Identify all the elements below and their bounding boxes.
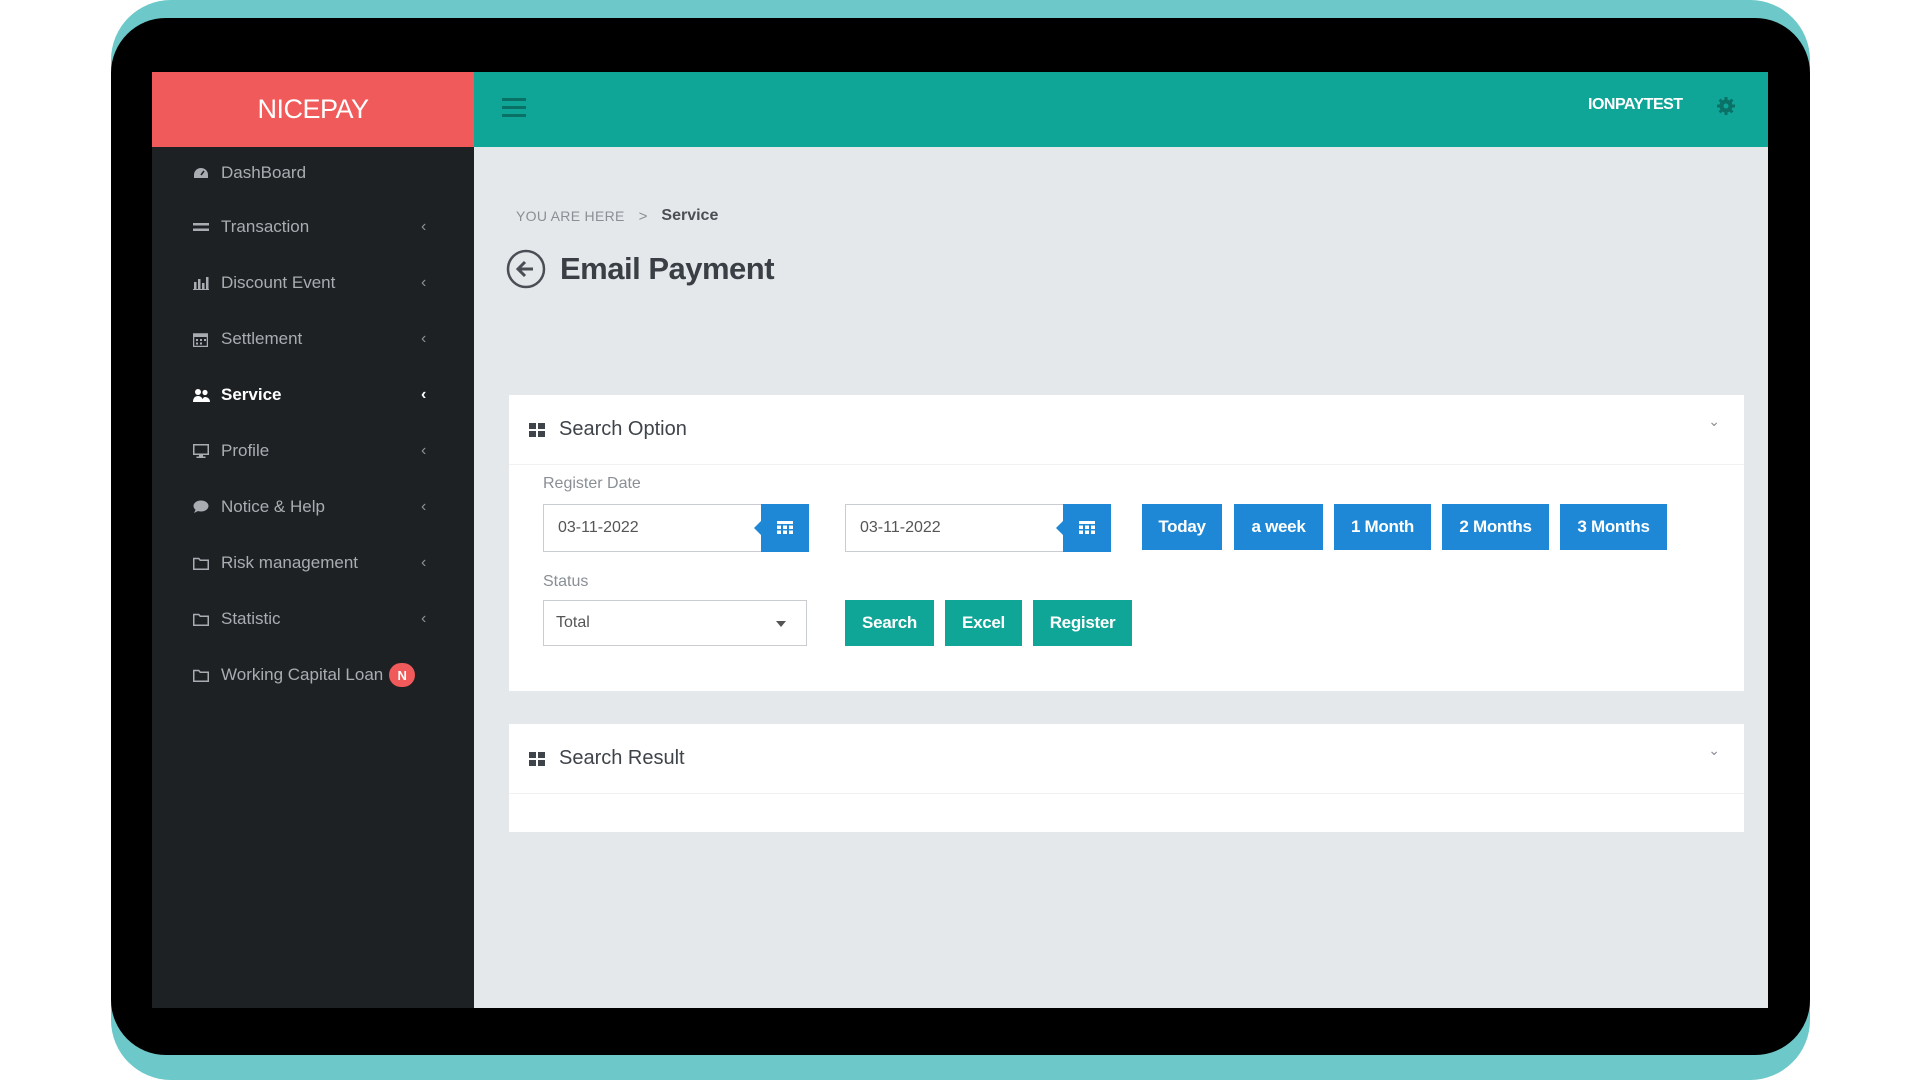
chevron-left-icon: ‹ bbox=[421, 218, 427, 235]
search-result-title: Search Result bbox=[559, 747, 685, 769]
chevron-left-icon: ‹ bbox=[421, 274, 427, 291]
search-button[interactable]: Search bbox=[845, 600, 934, 646]
excel-button[interactable]: Excel bbox=[945, 600, 1022, 646]
gear-icon[interactable] bbox=[1714, 94, 1738, 118]
sidebar-item-label: Statistic bbox=[221, 609, 281, 628]
folder-icon bbox=[193, 669, 217, 682]
calendar-icon bbox=[193, 332, 217, 347]
dashboard-icon bbox=[193, 166, 217, 180]
monitor-icon bbox=[193, 444, 217, 458]
search-result-panel: Search Result ⌄ bbox=[509, 724, 1744, 832]
chevron-left-icon: ‹ bbox=[421, 498, 427, 515]
breadcrumb-current[interactable]: Service bbox=[661, 207, 718, 225]
chevron-down-icon[interactable]: ⌄ bbox=[1708, 742, 1720, 759]
sidebar-item-transaction[interactable]: Transaction ‹ bbox=[152, 199, 474, 255]
sidebar-item-service[interactable]: Service ‹ bbox=[152, 367, 474, 423]
users-icon bbox=[193, 388, 217, 403]
sidebar-item-label: Working Capital Loan bbox=[221, 665, 384, 684]
sidebar-item-risk-management[interactable]: Risk management ‹ bbox=[152, 535, 474, 591]
breadcrumb: YOU ARE HERE > Service bbox=[516, 207, 718, 225]
status-select[interactable]: Total bbox=[543, 600, 807, 646]
status-label: Status bbox=[543, 573, 589, 590]
sidebar-item-label: Service bbox=[221, 385, 282, 404]
bar-chart-icon bbox=[193, 276, 217, 290]
chevron-left-icon: ‹ bbox=[421, 610, 427, 627]
breadcrumb-prefix: YOU ARE HERE bbox=[516, 208, 625, 224]
app-screen: NICEPAY DashBoard Transaction ‹ Discount bbox=[152, 72, 1768, 1008]
comment-icon bbox=[193, 500, 217, 514]
sidebar-item-working-capital-loan[interactable]: Working Capital Loan N bbox=[152, 647, 474, 703]
date-from-input[interactable] bbox=[544, 505, 744, 551]
range-today-button[interactable]: Today bbox=[1142, 504, 1222, 550]
new-badge: N bbox=[389, 663, 416, 687]
exchange-icon bbox=[193, 221, 217, 233]
menu-toggle-icon[interactable] bbox=[502, 98, 526, 118]
sidebar-item-label: Settlement bbox=[221, 329, 303, 348]
sidebar-nav: DashBoard Transaction ‹ Discount Event ‹ bbox=[152, 147, 474, 703]
user-name[interactable]: IONPAYTEST bbox=[1588, 96, 1683, 114]
range-1-month-button[interactable]: 1 Month bbox=[1334, 504, 1431, 550]
sidebar-item-statistic[interactable]: Statistic ‹ bbox=[152, 591, 474, 647]
page-header: Email Payment bbox=[506, 249, 775, 289]
sidebar-item-dashboard[interactable]: DashBoard bbox=[152, 147, 474, 199]
grid-icon bbox=[529, 422, 545, 437]
date-from-field[interactable] bbox=[543, 504, 809, 552]
sidebar-item-notice-help[interactable]: Notice & Help ‹ bbox=[152, 479, 474, 535]
sidebar-item-settlement[interactable]: Settlement ‹ bbox=[152, 311, 474, 367]
chevron-left-icon: ‹ bbox=[421, 330, 427, 347]
date-to-input[interactable] bbox=[846, 505, 1046, 551]
range-3-months-button[interactable]: 3 Months bbox=[1560, 504, 1667, 550]
calendar-icon[interactable] bbox=[1056, 504, 1111, 552]
main-content: YOU ARE HERE > Service Email Payment Sea… bbox=[474, 147, 1768, 1008]
search-result-header: Search Result bbox=[509, 724, 1744, 794]
register-date-label: Register Date bbox=[543, 475, 641, 492]
chevron-left-icon: ‹ bbox=[421, 554, 427, 571]
caret-down-icon bbox=[776, 621, 786, 627]
folder-icon bbox=[193, 557, 217, 570]
calendar-icon[interactable] bbox=[754, 504, 809, 552]
grid-icon bbox=[529, 751, 545, 766]
range-week-button[interactable]: a week bbox=[1234, 504, 1323, 550]
brand-logo[interactable]: NICEPAY bbox=[152, 72, 474, 147]
sidebar-item-label: Notice & Help bbox=[221, 497, 325, 516]
folder-icon bbox=[193, 613, 217, 626]
range-2-months-button[interactable]: 2 Months bbox=[1442, 504, 1549, 550]
sidebar-item-label: DashBoard bbox=[221, 163, 307, 182]
chevron-left-icon: ‹ bbox=[421, 386, 427, 403]
date-to-field[interactable] bbox=[845, 504, 1111, 552]
search-option-header: Search Option bbox=[509, 395, 1744, 465]
search-option-title: Search Option bbox=[559, 418, 687, 440]
sidebar-item-profile[interactable]: Profile ‹ bbox=[152, 423, 474, 479]
sidebar-item-label: Profile bbox=[221, 441, 270, 460]
sidebar-item-label: Transaction bbox=[221, 217, 310, 236]
chevron-left-icon: ‹ bbox=[421, 442, 427, 459]
topbar: IONPAYTEST bbox=[474, 72, 1768, 147]
sidebar-item-discount-event[interactable]: Discount Event ‹ bbox=[152, 255, 474, 311]
back-arrow-icon[interactable] bbox=[506, 249, 546, 289]
sidebar-item-label: Discount Event bbox=[221, 273, 336, 292]
chevron-down-icon[interactable]: ⌄ bbox=[1708, 413, 1720, 430]
sidebar: NICEPAY DashBoard Transaction ‹ Discount bbox=[152, 72, 474, 1008]
breadcrumb-separator: > bbox=[638, 207, 648, 225]
register-button[interactable]: Register bbox=[1033, 600, 1132, 646]
search-option-panel: Search Option ⌄ Register Date Today a we… bbox=[509, 395, 1744, 691]
status-select-value: Total bbox=[556, 614, 590, 631]
page-title: Email Payment bbox=[560, 251, 775, 286]
sidebar-item-label: Risk management bbox=[221, 553, 359, 572]
